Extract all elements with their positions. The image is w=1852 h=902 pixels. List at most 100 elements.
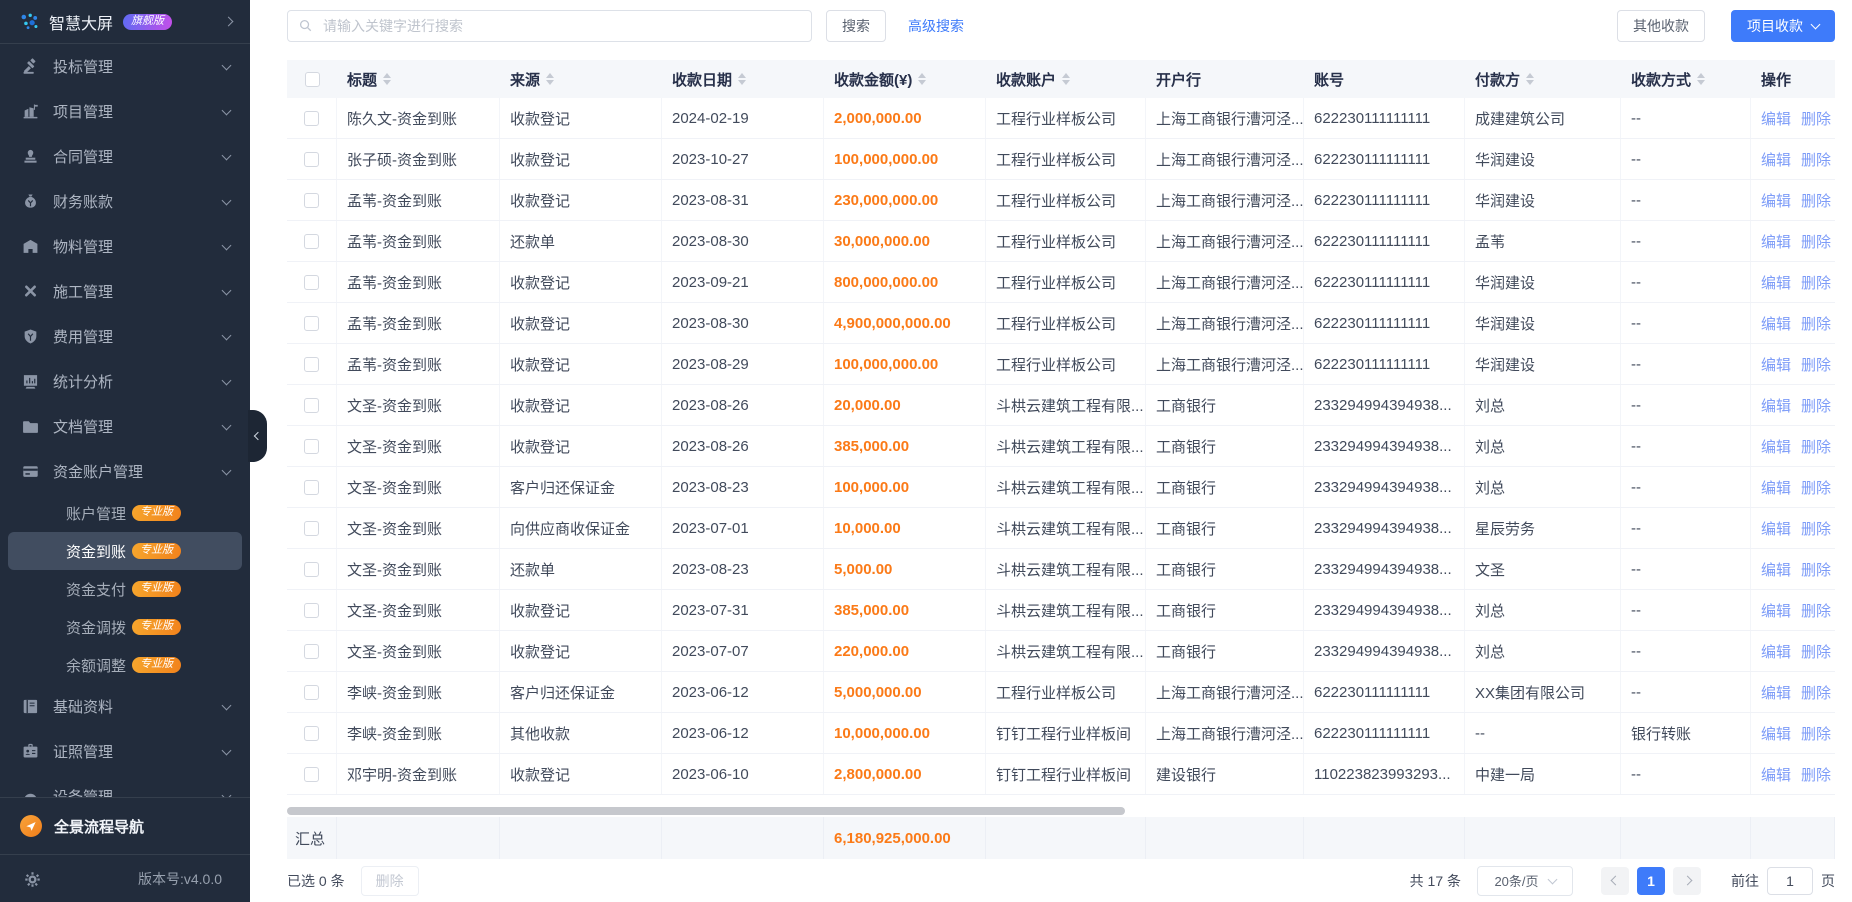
app-logo-row[interactable]: 智慧大屏 旗舰版 <box>0 0 250 44</box>
sidebar-item-contract[interactable]: 合同管理 <box>0 134 250 179</box>
row-checkbox[interactable] <box>304 685 319 700</box>
column-header-account[interactable]: 收款账户 <box>986 60 1146 98</box>
batch-delete-button[interactable]: 删除 <box>361 866 419 896</box>
sidebar-item-base-data[interactable]: 基础资料 <box>0 684 250 729</box>
edit-link[interactable]: 编辑 <box>1761 354 1791 375</box>
sidebar-item-bidding[interactable]: 投标管理 <box>0 44 250 89</box>
sort-icon[interactable] <box>738 73 746 85</box>
goto-page-input[interactable] <box>1767 867 1813 895</box>
prev-page-button[interactable] <box>1601 867 1629 895</box>
delete-link[interactable]: 删除 <box>1801 764 1831 785</box>
sidebar-item-expense[interactable]: 费用管理 <box>0 314 250 359</box>
row-checkbox[interactable] <box>304 439 319 454</box>
delete-link[interactable]: 删除 <box>1801 313 1831 334</box>
sidebar-item-license[interactable]: 证照管理 <box>0 729 250 774</box>
column-header-account_no[interactable]: 账号 <box>1304 60 1465 98</box>
search-input[interactable] <box>323 18 801 34</box>
delete-link[interactable]: 删除 <box>1801 272 1831 293</box>
edit-link[interactable]: 编辑 <box>1761 395 1791 416</box>
sort-icon[interactable] <box>1062 73 1070 85</box>
sidebar-subitem-fund-transfer[interactable]: 资金调拨专业版 <box>0 608 250 646</box>
delete-link[interactable]: 删除 <box>1801 231 1831 252</box>
row-checkbox[interactable] <box>304 316 319 331</box>
column-header-amount[interactable]: 收款金额(¥) <box>824 60 986 98</box>
sort-icon[interactable] <box>546 73 554 85</box>
edit-link[interactable]: 编辑 <box>1761 231 1791 252</box>
sidebar-item-project[interactable]: 项目管理 <box>0 89 250 134</box>
column-header-source[interactable]: 来源 <box>500 60 662 98</box>
edit-link[interactable]: 编辑 <box>1761 682 1791 703</box>
delete-link[interactable]: 删除 <box>1801 395 1831 416</box>
sort-icon[interactable] <box>383 73 391 85</box>
edit-link[interactable]: 编辑 <box>1761 108 1791 129</box>
sidebar-subitem-fund-arrival[interactable]: 资金到账专业版 <box>8 532 242 570</box>
column-header-date[interactable]: 收款日期 <box>662 60 824 98</box>
column-header-method[interactable]: 收款方式 <box>1621 60 1751 98</box>
other-receipt-button[interactable]: 其他收款 <box>1617 10 1705 42</box>
sidebar-subitem-account-manage[interactable]: 账户管理专业版 <box>0 494 250 532</box>
panorama-nav-item[interactable]: 全景流程导航 <box>0 798 250 854</box>
delete-link[interactable]: 删除 <box>1801 518 1831 539</box>
delete-link[interactable]: 删除 <box>1801 641 1831 662</box>
sidebar-collapse-handle[interactable] <box>248 410 267 462</box>
sidebar-item-construction[interactable]: 施工管理 <box>0 269 250 314</box>
delete-link[interactable]: 删除 <box>1801 149 1831 170</box>
edit-link[interactable]: 编辑 <box>1761 764 1791 785</box>
delete-link[interactable]: 删除 <box>1801 723 1831 744</box>
sidebar-item-material[interactable]: 物料管理 <box>0 224 250 269</box>
next-page-button[interactable] <box>1673 867 1701 895</box>
edit-link[interactable]: 编辑 <box>1761 313 1791 334</box>
column-header-checkbox[interactable] <box>287 60 337 98</box>
page-number-1[interactable]: 1 <box>1637 867 1665 895</box>
delete-link[interactable]: 删除 <box>1801 354 1831 375</box>
row-checkbox[interactable] <box>304 111 319 126</box>
column-header-bank[interactable]: 开户行 <box>1146 60 1304 98</box>
sort-icon[interactable] <box>1697 73 1705 85</box>
page-size-select[interactable]: 20条/页 <box>1477 866 1573 896</box>
advanced-search-link[interactable]: 高级搜索 <box>908 16 964 36</box>
row-checkbox[interactable] <box>304 644 319 659</box>
delete-link[interactable]: 删除 <box>1801 108 1831 129</box>
row-checkbox[interactable] <box>304 767 319 782</box>
edit-link[interactable]: 编辑 <box>1761 518 1791 539</box>
row-checkbox[interactable] <box>304 521 319 536</box>
horizontal-scrollbar[interactable] <box>287 807 1125 815</box>
column-header-payer[interactable]: 付款方 <box>1465 60 1621 98</box>
row-checkbox[interactable] <box>304 726 319 741</box>
edit-link[interactable]: 编辑 <box>1761 190 1791 211</box>
delete-link[interactable]: 删除 <box>1801 682 1831 703</box>
project-receipt-button[interactable]: 项目收款 <box>1731 10 1835 42</box>
header-checkbox[interactable] <box>305 72 320 87</box>
row-checkbox[interactable] <box>304 193 319 208</box>
edit-link[interactable]: 编辑 <box>1761 272 1791 293</box>
sidebar-item-statistics[interactable]: 统计分析 <box>0 359 250 404</box>
delete-link[interactable]: 删除 <box>1801 436 1831 457</box>
sidebar-item-device[interactable]: 设备管理 <box>0 774 250 797</box>
gear-icon[interactable] <box>24 871 41 888</box>
edit-link[interactable]: 编辑 <box>1761 477 1791 498</box>
sort-icon[interactable] <box>1526 73 1534 85</box>
sidebar-item-document[interactable]: 文档管理 <box>0 404 250 449</box>
edit-link[interactable]: 编辑 <box>1761 600 1791 621</box>
sidebar-subitem-balance-adjust[interactable]: 余额调整专业版 <box>0 646 250 684</box>
column-header-actions[interactable]: 操作 <box>1751 60 1835 98</box>
delete-link[interactable]: 删除 <box>1801 600 1831 621</box>
row-checkbox[interactable] <box>304 234 319 249</box>
row-checkbox[interactable] <box>304 152 319 167</box>
edit-link[interactable]: 编辑 <box>1761 723 1791 744</box>
row-checkbox[interactable] <box>304 357 319 372</box>
row-checkbox[interactable] <box>304 603 319 618</box>
search-button[interactable]: 搜索 <box>826 10 886 42</box>
sort-icon[interactable] <box>918 73 926 85</box>
row-checkbox[interactable] <box>304 562 319 577</box>
column-header-title[interactable]: 标题 <box>337 60 500 98</box>
edit-link[interactable]: 编辑 <box>1761 436 1791 457</box>
row-checkbox[interactable] <box>304 275 319 290</box>
row-checkbox[interactable] <box>304 480 319 495</box>
edit-link[interactable]: 编辑 <box>1761 559 1791 580</box>
sidebar-item-finance[interactable]: 财务账款 <box>0 179 250 224</box>
delete-link[interactable]: 删除 <box>1801 559 1831 580</box>
edit-link[interactable]: 编辑 <box>1761 641 1791 662</box>
sidebar-item-fund-account[interactable]: 资金账户管理 <box>0 449 250 494</box>
row-checkbox[interactable] <box>304 398 319 413</box>
